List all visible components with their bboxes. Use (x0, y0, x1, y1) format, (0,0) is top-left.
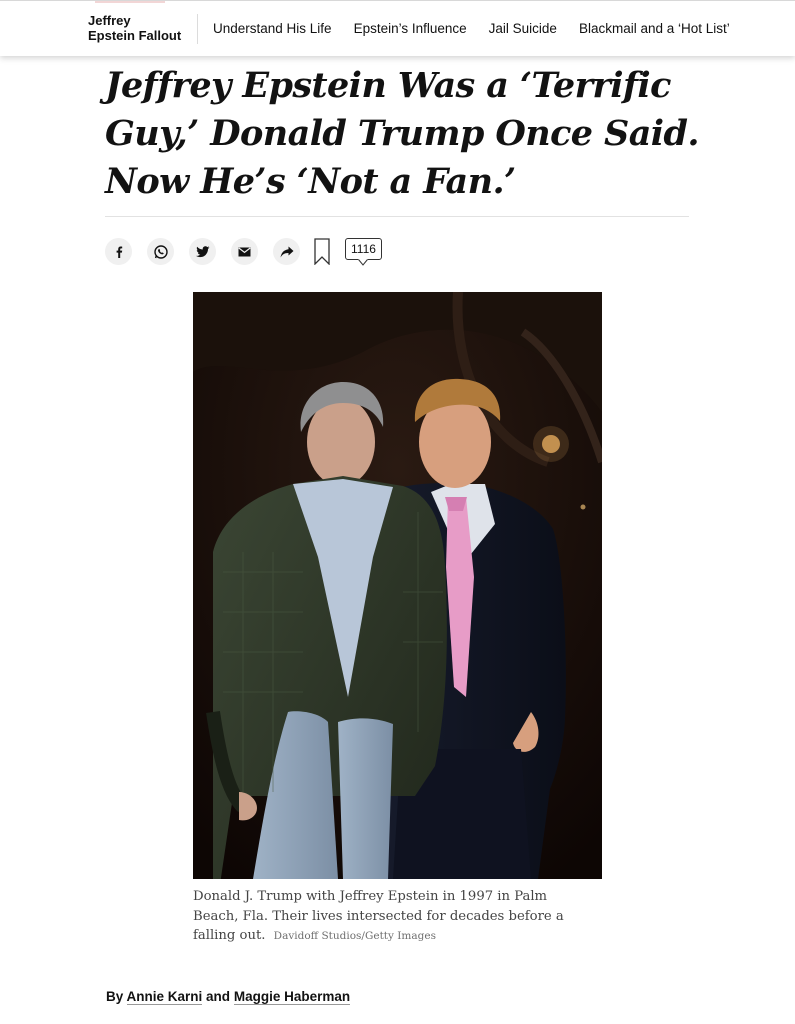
lead-photo[interactable] (193, 292, 602, 879)
facebook-icon (116, 246, 122, 258)
comment-count: 1116 (351, 242, 376, 256)
whatsapp-share-button[interactable] (147, 238, 174, 265)
comment-icon (358, 259, 368, 266)
bookmark-icon (314, 238, 330, 266)
author-link-annie-karni[interactable]: Annie Karni (126, 989, 203, 1005)
article-headline: Jeffrey Epstein Was a ‘Terrific Guy,’ Do… (105, 65, 700, 202)
series-title-line1: Jeffrey (88, 13, 131, 28)
facebook-share-button[interactable] (105, 238, 132, 265)
nav-link-epsteins-influence[interactable]: Epstein’s Influence (354, 20, 467, 38)
email-icon (238, 247, 251, 256)
nav-accent (95, 1, 165, 3)
photo-credit: Davidoff Studios/Getty Images (273, 930, 436, 942)
byline: By Annie Karni and Maggie Haberman (106, 989, 351, 1005)
nav-link-understand-his-life[interactable]: Understand His Life (213, 20, 332, 38)
twitter-icon (195, 245, 209, 257)
nav-link-blackmail-hot-list[interactable]: Blackmail and a ‘Hot List’ (579, 20, 730, 38)
twitter-share-button[interactable] (189, 238, 216, 265)
headline-divider (105, 216, 689, 217)
whatsapp-icon (153, 244, 168, 259)
series-title-link[interactable]: Jeffrey Epstein Fallout (88, 13, 181, 43)
series-nav-bar: Jeffrey Epstein Fallout Understand His L… (0, 0, 795, 56)
byline-and: and (206, 989, 231, 1004)
nav-divider (197, 14, 198, 44)
photo-caption: Donald J. Trump with Jeffrey Epstein in … (193, 887, 573, 947)
comments-button[interactable]: 1116 (345, 238, 382, 260)
save-article-button[interactable] (314, 238, 330, 270)
more-share-button[interactable] (273, 238, 300, 265)
share-arrow-icon (280, 246, 293, 257)
series-nav-links: Understand His Life Epstein’s Influence … (213, 20, 752, 38)
series-title-line2: Epstein Fallout (88, 28, 182, 43)
nav-link-jail-suicide[interactable]: Jail Suicide (489, 20, 557, 38)
author-link-maggie-haberman[interactable]: Maggie Haberman (233, 989, 351, 1005)
byline-prefix: By (106, 989, 124, 1004)
email-share-button[interactable] (231, 238, 258, 265)
